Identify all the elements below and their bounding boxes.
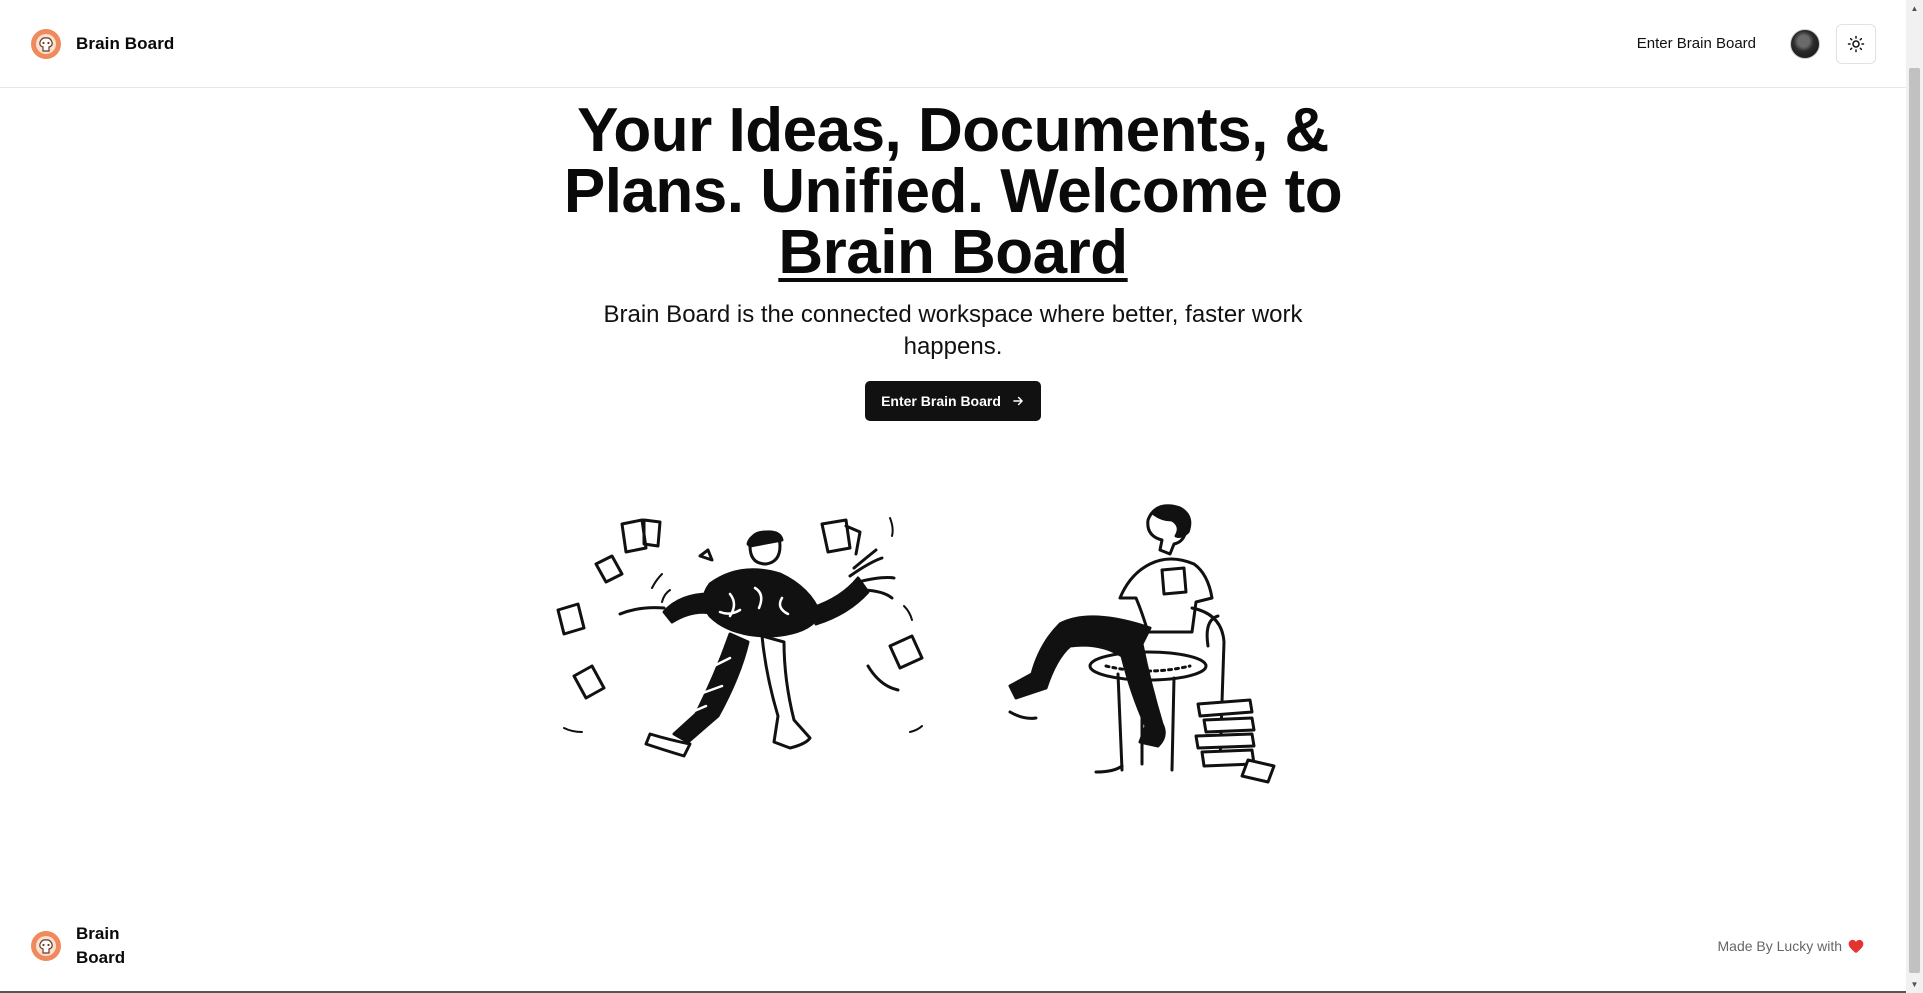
cta-label: Enter Brain Board xyxy=(881,393,1001,409)
hero-title: Your Ideas, Documents, & Plans. Unified.… xyxy=(553,100,1353,284)
scroll-up-arrow-icon[interactable]: ▲ xyxy=(1906,0,1923,17)
heart-icon xyxy=(1848,939,1864,953)
running-man-illustration xyxy=(556,517,924,758)
user-avatar[interactable] xyxy=(1790,28,1820,59)
brand[interactable]: Brain Board xyxy=(30,28,174,60)
footer-brand[interactable]: Brain Board xyxy=(30,922,136,970)
scroll-down-arrow-icon[interactable]: ▼ xyxy=(1906,976,1923,993)
hero-title-highlight: Brain Board xyxy=(778,218,1128,287)
made-by-credit: Made By Lucky with xyxy=(1718,938,1865,954)
enter-brain-board-button[interactable]: Enter Brain Board xyxy=(865,381,1041,421)
landing-page: Brain Board Enter Brain Board Your Ideas… xyxy=(0,0,1923,993)
sun-icon xyxy=(1847,35,1865,52)
reading-woman-illustration xyxy=(1008,504,1276,784)
brand-name: Brain Board xyxy=(76,33,175,53)
top-nav: Brain Board Enter Brain Board xyxy=(0,0,1906,88)
page-scrollbar[interactable]: ▲ ▼ xyxy=(1906,0,1923,993)
brain-logo-icon xyxy=(31,28,61,59)
hero-title-main: Your Ideas, Documents, & Plans. Unified.… xyxy=(563,96,1343,226)
footer-brand-name: Brain Board xyxy=(76,924,126,967)
scrollbar-thumb[interactable] xyxy=(1909,68,1920,973)
footer: Brain Board Made By Lucky with xyxy=(0,906,1906,986)
hero-illustration xyxy=(556,504,1276,784)
hero-subtitle: Brain Board is the connected workspace w… xyxy=(603,301,1303,360)
header-actions: Enter Brain Board xyxy=(1627,23,1876,64)
theme-toggle-button[interactable] xyxy=(1836,23,1876,64)
brain-logo-icon xyxy=(31,931,61,961)
arrow-right-icon xyxy=(1013,396,1023,406)
hero-section: Your Ideas, Documents, & Plans. Unified.… xyxy=(0,100,1906,421)
made-by-text: Made By Lucky with xyxy=(1717,938,1843,954)
enter-brain-board-link[interactable]: Enter Brain Board xyxy=(1627,27,1766,60)
